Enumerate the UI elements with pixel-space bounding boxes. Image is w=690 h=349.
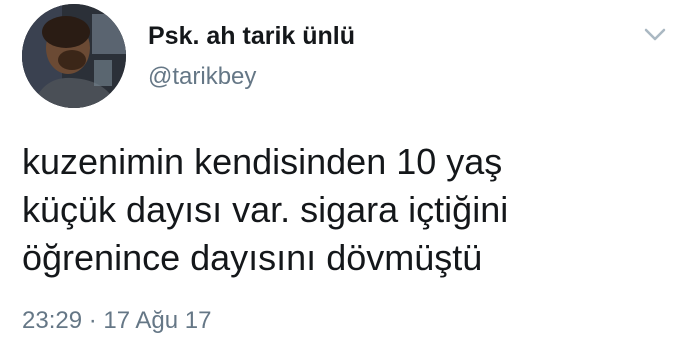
author-handle[interactable]: @tarikbey	[148, 62, 256, 92]
tweet-card: Psk. ah tarik ünlü @tarikbey kuzenimin k…	[0, 0, 690, 349]
tweet-text: kuzenimin kendisinden 10 yaş küçük dayıs…	[22, 141, 509, 278]
avatar-image	[22, 4, 126, 108]
avatar[interactable]	[22, 4, 126, 108]
author-display-name[interactable]: Psk. ah tarik ünlü	[148, 21, 355, 51]
tweet-timestamp[interactable]: 23:29 · 17 Ağu 17	[22, 306, 212, 336]
chevron-down-icon[interactable]	[638, 18, 672, 52]
